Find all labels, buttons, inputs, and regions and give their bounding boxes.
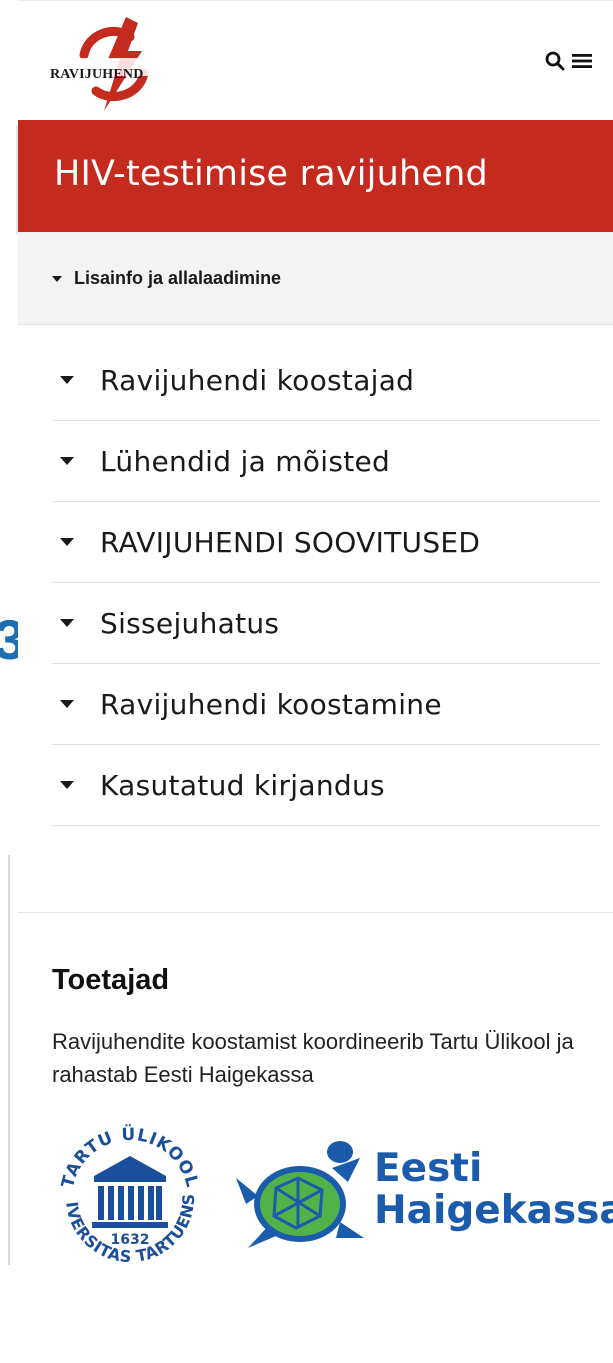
caret-down-icon — [60, 700, 74, 708]
menu-icon[interactable] — [571, 51, 593, 76]
toc-item-label: Sissejuhatus — [100, 606, 280, 640]
toc-item-ravijuhendi-koostamine[interactable]: Ravijuhendi koostamine — [52, 664, 600, 745]
tartu-ulikool-seal-icon: TARTU ÜLIKOOL UNIVERSITAS TARTUENSIS 163… — [37, 1097, 201, 1266]
section-divider — [18, 912, 613, 913]
toc-item-label: Ravijuhendi koostamine — [100, 687, 442, 721]
toc-item-kasutatud-kirjandus[interactable]: Kasutatud kirjandus — [52, 745, 600, 826]
supporters-title: Toetajad — [52, 964, 170, 996]
ravijuhend-logo-mark-icon — [46, 17, 186, 111]
info-toggle-label: Lisainfo ja allalaadimine — [74, 268, 282, 288]
header-actions — [545, 51, 593, 76]
left-scroll-divider-lower — [8, 855, 10, 1265]
toc-item-label: Ravijuhendi koostajad — [100, 363, 415, 397]
toc-item-label: Kasutatud kirjandus — [100, 768, 385, 802]
caret-down-icon — [60, 538, 74, 546]
page-title: HIV-testimise ravijuhend — [54, 154, 488, 194]
caret-down-icon — [52, 275, 62, 282]
toc-item-sissejuhatus[interactable]: Sissejuhatus — [52, 583, 600, 664]
logo-text: RAVIJUHEND — [50, 67, 144, 82]
table-of-contents: Ravijuhendi koostajad Lühendid ja mõiste… — [52, 340, 600, 826]
caret-down-icon — [60, 781, 74, 789]
caret-down-icon — [60, 619, 74, 627]
haigekassa-line2: Haigekassa — [374, 1188, 613, 1233]
caret-down-icon — [60, 376, 74, 384]
eesti-haigekassa-logo[interactable]: Eesti Haigekassa — [236, 1138, 613, 1258]
search-icon[interactable] — [545, 51, 565, 76]
toc-item-label: Lühendid ja mõisted — [100, 444, 391, 478]
toc-item-label: RAVIJUHENDI SOOVITUSED — [100, 525, 481, 559]
caret-down-icon — [60, 457, 74, 465]
haigekassa-line1: Eesti — [374, 1146, 483, 1191]
haigekassa-wordmark: Eesti Haigekassa — [374, 1148, 613, 1232]
toc-item-ravijuhendi-soovitused[interactable]: RAVIJUHENDI SOOVITUSED — [52, 502, 600, 583]
turtle-icon — [236, 1141, 364, 1248]
supporters-text: Ravijuhendite koostamist koordineerib Ta… — [52, 1029, 574, 1087]
toc-item-luhendid-ja-moisted[interactable]: Lühendid ja mõisted — [52, 421, 600, 502]
svg-text:1632: 1632 — [111, 1232, 150, 1248]
info-toggle[interactable]: Lisainfo ja allalaadimine — [52, 268, 281, 289]
toc-item-ravijuhendi-koostajad[interactable]: Ravijuhendi koostajad — [52, 340, 600, 421]
tartu-ulikool-logo[interactable]: TARTU ÜLIKOOL UNIVERSITAS TARTUENSIS 163… — [37, 1097, 216, 1284]
ravijuhend-logo[interactable]: RAVIJUHEND — [46, 15, 186, 113]
title-band: HIV-testimise ravijuhend — [18, 120, 613, 232]
site-header: RAVIJUHEND — [18, 0, 613, 121]
info-bar: Lisainfo ja allalaadimine — [18, 232, 613, 325]
page: RAVIJUHEND HIV-testimise ravijuhend Lisa… — [18, 0, 613, 1363]
